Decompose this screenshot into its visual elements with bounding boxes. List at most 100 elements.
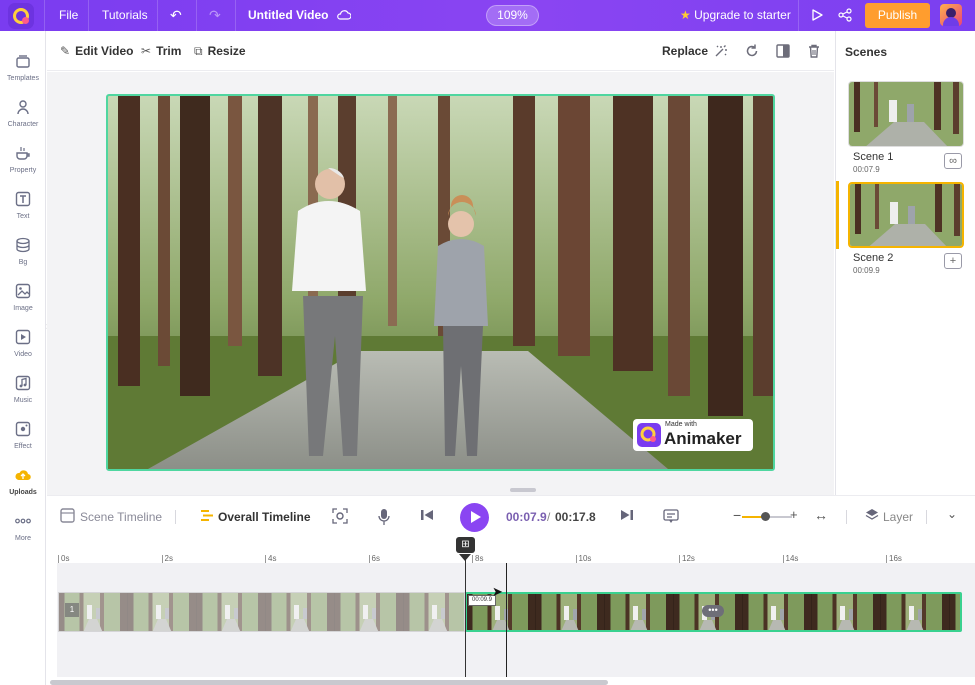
reset-icon[interactable] (744, 43, 760, 59)
microphone-icon[interactable] (377, 508, 391, 526)
ruler-tick (679, 555, 680, 563)
ruler-tick (886, 555, 887, 563)
scene-name-1[interactable]: Scene 1 (853, 151, 893, 163)
collapse-timeline-chevron-icon[interactable]: ⌄ (947, 507, 957, 521)
zoom-in-icon[interactable]: + (790, 507, 798, 522)
watermark-small-text: Made with (665, 421, 697, 428)
filmstrip-frame (950, 594, 962, 632)
cloud-save-icon[interactable] (337, 9, 351, 21)
scene-duration-1: 00:07.9 (853, 165, 880, 174)
user-avatar[interactable] (940, 4, 962, 26)
sidebar-item-video[interactable]: Video (0, 329, 46, 375)
frame-runners (561, 606, 579, 630)
ruler-tick-label: 4s (268, 554, 277, 563)
edit-video-label: Edit Video (75, 44, 134, 58)
resize-panel-handle[interactable] (510, 488, 536, 492)
flip-icon[interactable] (775, 43, 791, 59)
scene-thumbnail-1[interactable] (848, 81, 964, 147)
ruler-tick-label: 0s (61, 554, 70, 563)
playhead-line (465, 558, 466, 677)
mouse-pointer-icon: ➤ (492, 584, 503, 599)
more-icon (15, 518, 31, 524)
star-icon: ★ (680, 8, 691, 22)
subtitles-icon[interactable] (663, 508, 679, 524)
ruler-tick-label: 14s (785, 554, 799, 563)
ruler-tick (265, 555, 266, 563)
file-menu[interactable]: File (59, 8, 78, 22)
publish-button[interactable]: Publish (865, 3, 930, 28)
upgrade-link[interactable]: ★ Upgrade to starter (680, 8, 791, 22)
replace-button[interactable]: Replace (662, 44, 708, 58)
sidebar-label: Character (7, 121, 39, 128)
delete-icon[interactable] (806, 43, 822, 59)
animaker-logo-icon (637, 423, 661, 447)
transition-icon[interactable]: ••• (702, 605, 724, 617)
sidebar-item-effect[interactable]: Effect (0, 421, 46, 467)
sidebar-item-bg[interactable]: Bg (0, 237, 46, 283)
add-scene-icon[interactable]: + (944, 253, 962, 269)
effect-icon (15, 421, 31, 437)
track-number: 1 (65, 603, 79, 617)
animaker-logo[interactable] (8, 3, 34, 29)
sidebar-item-character[interactable]: Character (0, 99, 46, 145)
playhead-handle-icon[interactable]: ⊞ (456, 537, 475, 553)
pencil-icon: ✎ (60, 44, 71, 58)
resize-button[interactable]: ⧉ Resize (194, 44, 246, 59)
video-canvas[interactable]: Made with Animaker (106, 94, 775, 471)
overall-timeline-icon (201, 510, 213, 521)
project-title[interactable]: Untitled Video (248, 8, 328, 22)
divider (88, 0, 89, 31)
scene-1-track[interactable] (58, 592, 465, 632)
overall-timeline-tab[interactable]: Overall Timeline (218, 510, 311, 524)
play-button[interactable] (460, 503, 489, 532)
filmstrip-frame (536, 594, 605, 630)
sidebar-item-more[interactable]: More (0, 513, 46, 559)
trim-button[interactable]: ✂ Trim (141, 44, 181, 58)
sidebar-item-templates[interactable]: Templates (0, 53, 46, 99)
sidebar-item-property[interactable]: Property (0, 145, 46, 191)
layer-button[interactable]: Layer (883, 510, 913, 524)
ruler-tick-label: 12s (682, 554, 695, 563)
filmstrip-frame (881, 594, 950, 630)
ruler-tick-label: 2s (164, 554, 173, 563)
divider (926, 510, 927, 524)
frame-runners (630, 606, 648, 630)
resize-label: Resize (207, 44, 246, 58)
skip-forward-icon[interactable] (620, 508, 634, 522)
skip-back-icon[interactable] (420, 508, 434, 522)
tutorials-menu[interactable]: Tutorials (102, 8, 148, 22)
sidebar-item-music[interactable]: Music (0, 375, 46, 421)
scene-transition-icon[interactable]: ∞ (944, 153, 962, 169)
scene-thumbnail-2[interactable] (848, 182, 964, 248)
slider-knob[interactable] (760, 512, 770, 521)
divider (798, 0, 799, 31)
divider (235, 0, 236, 31)
scene-thumbnail-image (850, 184, 962, 246)
layer-icon (865, 509, 879, 520)
scenes-title: Scenes (845, 45, 888, 59)
ruler-tick-label: 16s (889, 554, 902, 563)
watermark-brand-text: Animaker (664, 429, 742, 448)
preview-play-icon[interactable] (810, 8, 824, 22)
sidebar-label: Effect (14, 443, 32, 450)
camera-focus-icon[interactable] (332, 508, 348, 524)
zoom-level[interactable]: 109% (486, 5, 539, 26)
scene-timeline-tab[interactable]: Scene Timeline (80, 510, 162, 524)
redo-icon[interactable]: ↷ (209, 7, 221, 23)
share-icon[interactable] (838, 8, 852, 22)
sidebar-item-image[interactable]: Image (0, 283, 46, 329)
filmstrip-frame (335, 593, 404, 631)
ruler-tick-label: 6s (371, 554, 380, 563)
frame-runners (950, 594, 962, 632)
timeline-horizontal-scrollbar[interactable] (50, 680, 608, 685)
sidebar-item-text[interactable]: Text (0, 191, 46, 237)
fit-width-icon[interactable]: ↔ (814, 507, 828, 523)
sidebar-item-uploads[interactable]: Uploads (0, 467, 46, 513)
scene-name-2[interactable]: Scene 2 (853, 252, 893, 264)
edit-video-button[interactable]: ✎ Edit Video (60, 44, 134, 58)
zoom-out-icon[interactable]: − (733, 507, 741, 523)
timeline-ruler[interactable]: 0s 2s 4s 6s 8s 10s 12s 14s 16s (57, 538, 975, 563)
magic-remove-icon[interactable] (713, 43, 729, 59)
undo-icon[interactable]: ↶ (170, 7, 182, 23)
sidebar-label: Bg (18, 259, 28, 266)
